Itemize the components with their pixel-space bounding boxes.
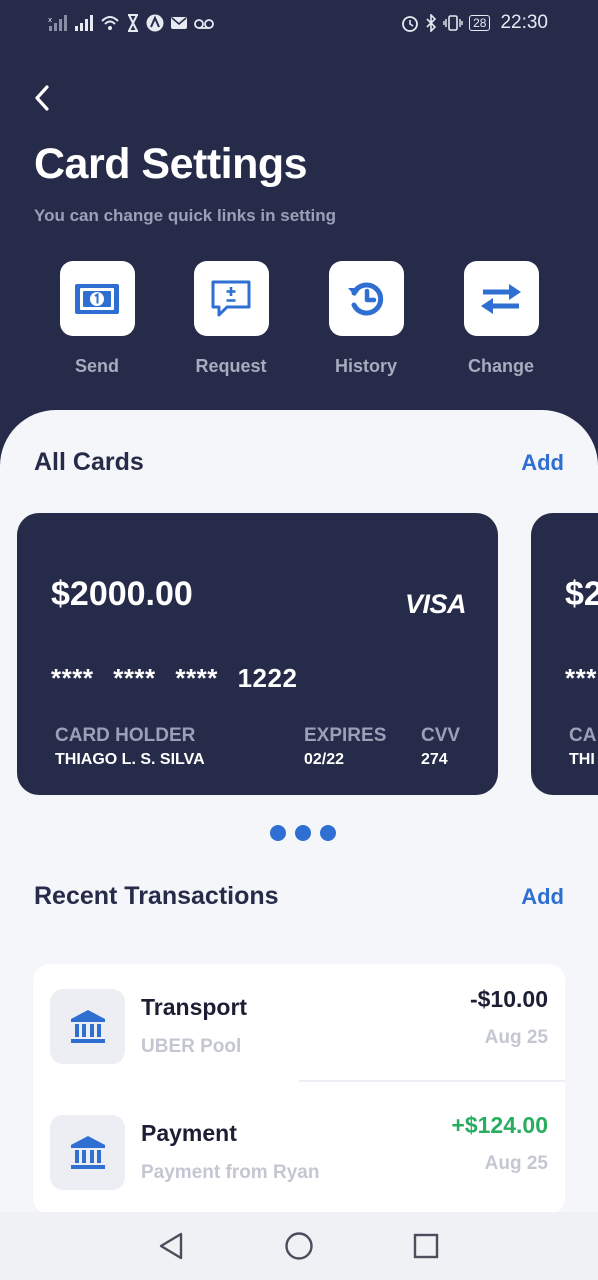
- history-icon: [348, 282, 384, 315]
- quick-link-label: History: [334, 356, 397, 376]
- quick-link-label: Send: [74, 356, 119, 376]
- voicemail-icon: [194, 13, 214, 33]
- bank-icon: [70, 1135, 105, 1169]
- card-cvv-value: 274: [421, 751, 448, 768]
- recents-square-icon: [413, 1233, 439, 1259]
- battery-icon: 28: [469, 15, 491, 31]
- quick-link-request-box[interactable]: [193, 261, 269, 336]
- quick-link-send-box[interactable]: [59, 261, 135, 336]
- vibrate-icon: [443, 13, 463, 33]
- chevron-left-icon: [35, 85, 49, 111]
- nav-recents-button[interactable]: [408, 1228, 444, 1264]
- banknote-icon: [75, 283, 119, 314]
- message-plus-minus-icon: [211, 280, 251, 316]
- no-sim-signal-icon: x: [48, 13, 68, 33]
- header: x 28 22:30 Card Settings You can change …: [0, 0, 598, 470]
- card-number: ***: [565, 663, 597, 693]
- card-balance: $2000.00: [51, 575, 193, 613]
- quick-link-change[interactable]: Change: [446, 261, 556, 377]
- credit-card-next[interactable]: $2 *** CA THI: [531, 513, 598, 795]
- card-number: **** **** **** 1222: [51, 663, 298, 693]
- carousel-dot[interactable]: [320, 825, 336, 841]
- card-holder-label: CARD HOLDER: [55, 725, 196, 746]
- transactions-list: Transport UBER Pool -$10.00 Aug 25 Payme…: [33, 964, 565, 1214]
- transaction-item[interactable]: Transport UBER Pool -$10.00 Aug 25: [33, 964, 565, 1084]
- bluetooth-icon: [425, 13, 437, 33]
- transaction-icon-box: [50, 1115, 125, 1190]
- all-cards-title: All Cards: [34, 448, 144, 476]
- card-balance: $2: [565, 575, 598, 613]
- back-triangle-icon: [159, 1232, 183, 1260]
- card-holder-value: THIAGO L. S. SILVA: [55, 751, 205, 768]
- transaction-icon-box: [50, 989, 125, 1064]
- quick-link-history[interactable]: History: [311, 261, 421, 377]
- swap-arrows-icon: [481, 283, 521, 314]
- home-circle-icon: [285, 1232, 313, 1260]
- wifi-icon: [100, 13, 120, 33]
- alarm-icon: [401, 13, 419, 33]
- page-subtitle: You can change quick links in setting: [34, 206, 336, 225]
- transaction-date: Aug 25: [484, 1027, 548, 1048]
- transaction-amount: +$124.00: [451, 1112, 548, 1138]
- quick-link-change-box[interactable]: [463, 261, 539, 336]
- bank-icon: [70, 1009, 105, 1043]
- add-card-button[interactable]: Add: [521, 450, 564, 476]
- quick-link-send[interactable]: Send: [42, 261, 152, 377]
- signal-icon: [74, 13, 94, 33]
- card-holder-value: THI: [569, 751, 595, 768]
- transaction-item[interactable]: Payment Payment from Ryan +$124.00 Aug 2…: [33, 1090, 565, 1210]
- quick-link-label: Request: [195, 356, 267, 376]
- quick-link-label: Change: [467, 356, 534, 376]
- card-holder-label: CA: [569, 725, 597, 746]
- app-a-icon: [146, 13, 164, 33]
- status-right-icons: 28 22:30: [401, 12, 548, 34]
- transaction-subtitle: UBER Pool: [141, 1036, 242, 1057]
- quick-links: Send Request History Change: [0, 261, 598, 381]
- card-cvv-label: CVV: [421, 725, 461, 746]
- recent-transactions-title: Recent Transactions: [34, 882, 279, 910]
- transaction-title: Transport: [141, 994, 248, 1020]
- transaction-date: Aug 25: [484, 1153, 548, 1174]
- mail-icon: [170, 13, 188, 33]
- divider: [299, 1080, 565, 1082]
- back-button[interactable]: [24, 80, 60, 116]
- status-left-icons: x: [48, 12, 214, 34]
- card-expires-value: 02/22: [304, 751, 345, 768]
- transaction-subtitle: Payment from Ryan: [141, 1162, 320, 1183]
- quick-link-history-box[interactable]: [328, 261, 404, 336]
- nav-back-button[interactable]: [153, 1228, 189, 1264]
- system-nav-bar: [0, 1212, 598, 1280]
- clock: 22:30: [500, 12, 548, 33]
- transaction-title: Payment: [141, 1120, 237, 1146]
- nav-home-button[interactable]: [281, 1228, 317, 1264]
- visa-logo: VISA: [404, 589, 467, 619]
- card-expires-label: EXPIRES: [304, 725, 387, 746]
- carousel-dot[interactable]: [295, 825, 311, 841]
- status-bar: x 28 22:30: [0, 0, 598, 46]
- quick-link-request[interactable]: Request: [176, 261, 286, 377]
- hourglass-icon: [126, 13, 140, 33]
- carousel-dots: [270, 825, 336, 841]
- add-transaction-button[interactable]: Add: [521, 884, 564, 910]
- credit-card[interactable]: $2000.00 VISA **** **** **** 1222 CARD H…: [17, 513, 498, 795]
- svg-text:x: x: [48, 16, 52, 24]
- carousel-dot[interactable]: [270, 825, 286, 841]
- page-title: Card Settings: [34, 140, 308, 188]
- transaction-amount: -$10.00: [469, 986, 548, 1012]
